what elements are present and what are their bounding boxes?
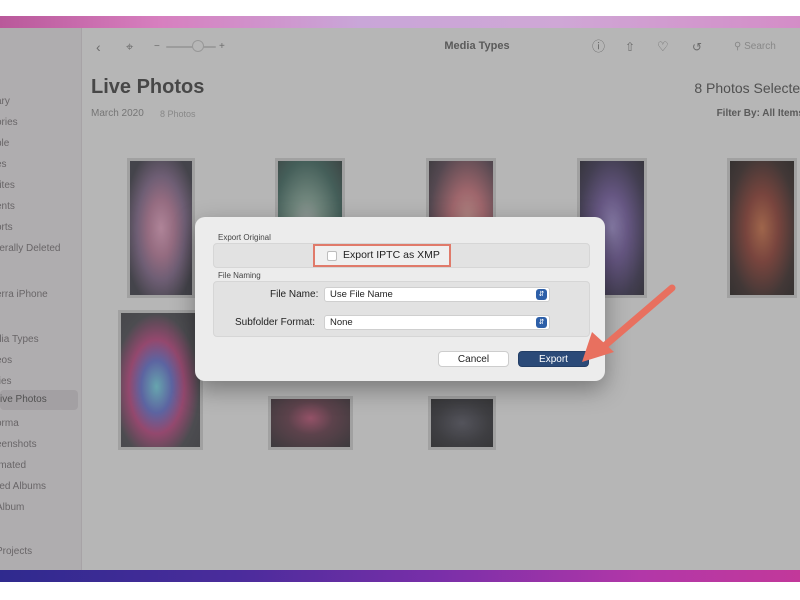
file-naming-heading: File Naming — [218, 271, 261, 280]
export-original-heading: Export Original — [218, 233, 271, 242]
export-iptc-label[interactable]: Export IPTC as XMP — [343, 249, 440, 261]
subfolder-format-select[interactable]: None ⇵ — [324, 315, 550, 330]
chevron-updown-icon: ⇵ — [536, 289, 547, 300]
export-dialog: Export Original Export IPTC as XMP File … — [195, 217, 605, 381]
export-iptc-highlight: Export IPTC as XMP — [313, 244, 451, 267]
export-button[interactable]: Export — [518, 351, 589, 367]
subfolder-format-label: Subfolder Format: — [235, 317, 316, 328]
cancel-button[interactable]: Cancel — [438, 351, 509, 367]
file-name-select[interactable]: Use File Name ⇵ — [324, 287, 550, 302]
desktop-wallpaper-bottom — [0, 570, 800, 600]
file-name-value: Use File Name — [330, 289, 393, 300]
chevron-updown-icon: ⇵ — [536, 317, 547, 328]
export-iptc-checkbox[interactable] — [327, 251, 337, 261]
annotation-arrow-icon — [582, 284, 676, 362]
desktop-wallpaper-top — [0, 0, 800, 28]
subfolder-format-value: None — [330, 317, 353, 328]
file-name-label: File Name: — [270, 289, 319, 300]
